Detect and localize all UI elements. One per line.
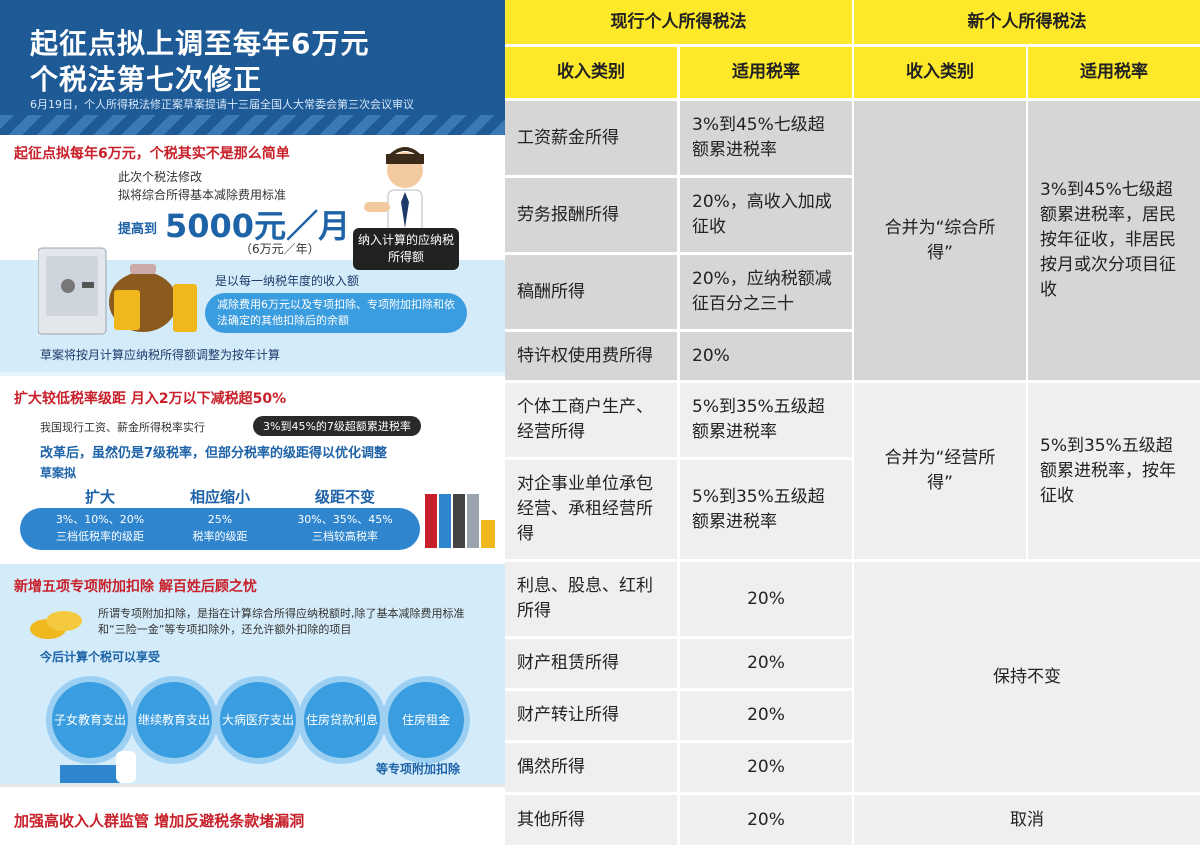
infographic-panel: 起征点拟上调至每年6万元 个税法第七次修正 6月19日，个人所得税法修正案草案提… [0,0,505,845]
new-group-business-type: 合并为“经营所得” [854,383,1026,559]
coins-icon [30,611,82,639]
header-current-law: 现行个人所得税法 [505,0,852,44]
table-row-rate: 20% [680,743,852,792]
deduction-rent: 住房租金 [388,682,464,758]
header-new-law: 新个人所得税法 [854,0,1200,44]
deduction-mortgage-interest: 住房贷款利息 [304,682,380,758]
table-row-type: 对企事业单位承包经营、承租经营所得 [505,460,677,559]
table-row-type: 利息、股息、红利所得 [505,562,677,636]
new-group-comprehensive-rate: 3%到45%七级超额累进税率，居民按年征收，非居民按月或次分项目征收 [1028,101,1200,380]
section1-heading: 起征点拟每年6万元，个税其实不是那么简单 [14,146,290,162]
section3-heading: 新增五项专项附加扣除 解百姓后顾之忧 [14,579,257,595]
table-row-rate: 5%到35%五级超额累进税率 [680,460,852,559]
table-row-type: 财产转让所得 [505,691,677,740]
header-new-rate: 适用税率 [1028,47,1200,98]
binders-illustration [425,494,495,548]
safe-and-coins-illustration [38,247,197,335]
raise-label: 提高到 [118,222,158,237]
section3-footer: 等专项附加扣除 [376,762,461,776]
table-row-rate: 20%，高收入加成征收 [680,178,852,252]
table-row-rate: 20% [680,639,852,688]
table-row-type: 财产租赁所得 [505,639,677,688]
header-current-rate: 适用税率 [680,47,852,98]
desc-title: 是以每一纳税年度的收入额 [215,274,360,288]
new-group-unchanged: 保持不变 [854,562,1200,792]
draft-label: 草案拟 [40,466,77,480]
header-subtitle: 6月19日，个人所得税法修正案草案提请十三届全国人大常委会第三次会议审议 [30,98,414,111]
deduction-medical: 大病医疗支出 [220,682,296,758]
header-current-income-type: 收入类别 [505,47,677,98]
new-group-comprehensive-type: 合并为“综合所得” [854,101,1026,380]
table-row-rate: 20% [680,795,852,845]
section3-sub: 今后计算个税可以享受 [40,650,161,664]
section1-line1: 此次个税法修改 [118,170,203,184]
section4-heading: 加强高收入人群监管 增加反避税条款堵漏洞 [14,812,305,830]
table-row-type: 其他所得 [505,795,677,845]
title-line-2: 个税法第七次修正 [30,63,263,96]
table-row-type: 工资薪金所得 [505,101,677,175]
section1-footer: 草案将按月计算应纳税所得额调整为按年计算 [40,348,281,362]
rate-highlight: 3%到45%的7级超额累进税率 [253,416,421,436]
section2-line2: 改革后，虽然仍是7级税率，但部分税率的级距得以优化调整 [40,446,388,461]
table-row-type: 个体工商户生产、经营所得 [505,383,677,457]
table-row-type: 稿酬所得 [505,255,677,329]
bracket-col-value-shrink: 25% 税率的级距 [192,513,248,543]
taxable-income-bubble: 纳入计算的应纳税所得额 [353,228,459,270]
table-row-type: 特许权使用费所得 [505,332,677,380]
table-row-rate: 5%到35%五级超额累进税率 [680,383,852,457]
infographic-header: 起征点拟上调至每年6万元 个税法第七次修正 6月19日，个人所得税法修正案草案提… [0,0,505,135]
table-row-rate: 3%到45%七级超额累进税率 [680,101,852,175]
section2-line1: 我国现行工资、薪金所得税率实行 [40,421,205,434]
bracket-col-label-unchanged: 级距不变 [314,488,375,506]
businessman-illustration [364,147,424,237]
table-row-rate: 20%，应纳税额减征百分之三十 [680,255,852,329]
tax-comparison-table: 现行个人所得税法 新个人所得税法 收入类别 适用税率 收入类别 适用税率 工资薪… [505,0,1200,845]
table-row-rate: 20% [680,332,852,380]
bracket-col-value-unchanged: 30%、35%、45% 三档较高税率 [297,513,393,543]
table-row-rate: 20% [680,562,852,636]
new-group-business-rate: 5%到35%五级超额累进税率，按年征收 [1028,383,1200,559]
table-row-rate: 20% [680,691,852,740]
deduction-pill: 减除费用6万元以及专项扣除、专项附加扣除和依法确定的其他扣除后的余额 [205,293,467,333]
section3-desc: 所谓专项附加扣除，是指在计算综合所得应纳税额时,除了基本减除费用标准和“三险一金… [98,607,465,636]
header-new-income-type: 收入类别 [854,47,1026,98]
annual-amount: （6万元／年） [240,242,320,256]
thumbs-up-icon [60,751,136,783]
table-row-type: 劳务报酬所得 [505,178,677,252]
bracket-col-label-expand: 扩大 [84,488,115,506]
new-group-cancelled: 取消 [854,795,1200,845]
deduction-continuing-education: 继续教育支出 [136,682,212,758]
bracket-col-label-shrink: 相应缩小 [189,488,250,506]
table-row-type: 偶然所得 [505,743,677,792]
section2-heading: 扩大较低税率级距 月入2万以下减税超50% [14,391,287,407]
title-line-1: 起征点拟上调至每年6万元 [30,27,370,60]
bracket-col-value-expand: 3%、10%、20% 三档低税率的级距 [55,513,145,543]
